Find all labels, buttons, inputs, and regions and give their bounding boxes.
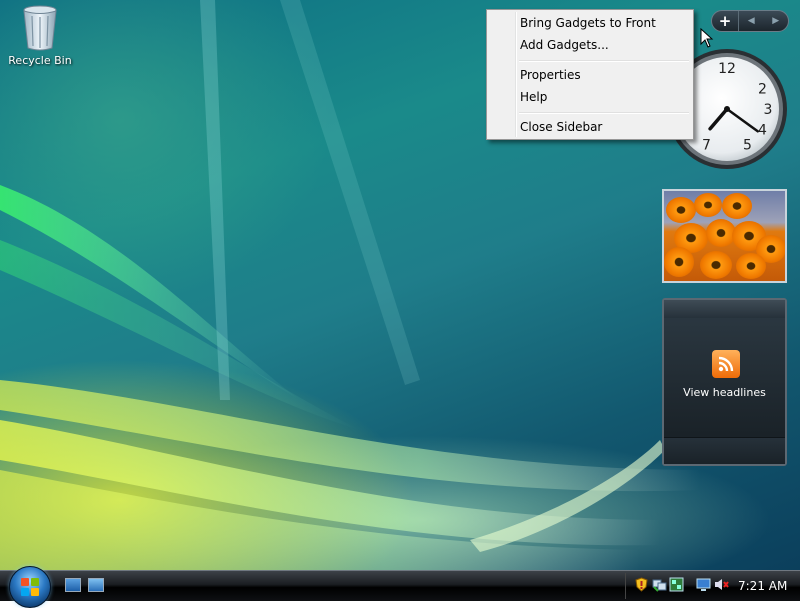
volume-muted-icon[interactable] bbox=[714, 577, 729, 592]
windows-logo-icon bbox=[21, 578, 39, 596]
taskbar-clock[interactable]: 7:21 AM bbox=[738, 571, 787, 601]
menu-item-add-gadgets[interactable]: Add Gadgets... bbox=[489, 34, 691, 56]
clock-numeral: 4 bbox=[758, 123, 767, 139]
recycle-bin-label: Recycle Bin bbox=[8, 54, 72, 67]
chevron-right-icon[interactable]: ▶ bbox=[764, 11, 789, 31]
clock-numeral: 2 bbox=[758, 82, 767, 98]
switch-windows-icon[interactable] bbox=[88, 578, 104, 592]
clock-numeral: 3 bbox=[764, 102, 773, 118]
rss-icon bbox=[712, 350, 740, 378]
view-headlines-link[interactable]: View headlines bbox=[664, 386, 785, 399]
sidebar-controls: + ◀ ▶ bbox=[711, 10, 789, 32]
menu-item-bring-gadgets-to-front[interactable]: Bring Gadgets to Front bbox=[489, 12, 691, 34]
feed-bottombar bbox=[664, 437, 785, 464]
network-icon[interactable] bbox=[652, 577, 667, 592]
sidebar-context-menu: Bring Gadgets to Front Add Gadgets... Pr… bbox=[486, 9, 694, 140]
menu-separator bbox=[519, 112, 689, 114]
chevron-left-icon[interactable]: ◀ bbox=[739, 11, 764, 31]
menu-item-properties[interactable]: Properties bbox=[489, 64, 691, 86]
show-desktop-icon[interactable] bbox=[65, 578, 81, 592]
sidebar-tray-icon[interactable] bbox=[669, 577, 684, 592]
start-button[interactable] bbox=[9, 566, 51, 608]
desktop-icon-recycle-bin[interactable]: Recycle Bin bbox=[6, 4, 74, 67]
plus-icon[interactable]: + bbox=[712, 11, 739, 31]
tray-divider bbox=[625, 573, 626, 599]
taskbar: 7:21 AM bbox=[0, 566, 800, 608]
mouse-cursor-icon bbox=[700, 28, 714, 48]
clock-numeral: 5 bbox=[743, 138, 752, 154]
recycle-bin-icon bbox=[23, 5, 57, 51]
feed-topbar bbox=[664, 300, 785, 318]
security-shield-icon[interactable] bbox=[634, 577, 649, 592]
clock-numeral: 7 bbox=[702, 138, 711, 154]
menu-item-close-sidebar[interactable]: Close Sidebar bbox=[489, 116, 691, 138]
feed-headlines-gadget[interactable]: View headlines bbox=[662, 298, 787, 466]
menu-separator bbox=[519, 60, 689, 62]
menu-item-help[interactable]: Help bbox=[489, 86, 691, 108]
slideshow-gadget[interactable] bbox=[662, 189, 787, 283]
desktop[interactable]: Recycle Bin + ◀ ▶ 12 2 3 4 5 7 View head… bbox=[0, 0, 800, 570]
display-icon[interactable] bbox=[696, 577, 711, 592]
clock-numeral: 12 bbox=[718, 61, 736, 77]
